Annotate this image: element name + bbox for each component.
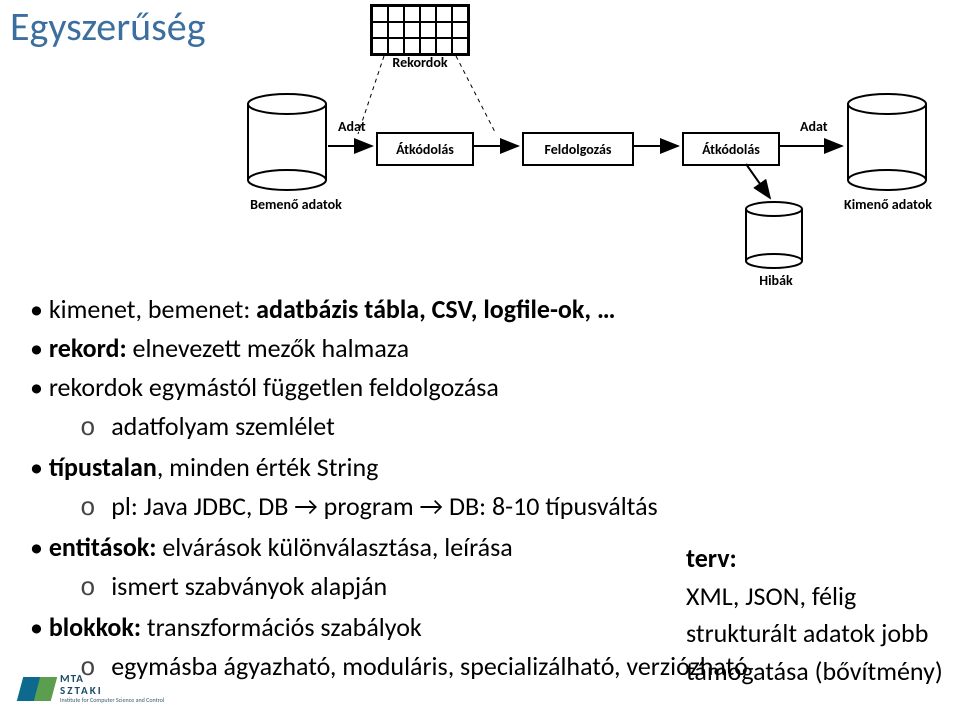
cylinder-input [246,92,328,192]
label-errors-db: Hibák [751,272,801,289]
bullet-2: rekord: elnevezett mezők halmaza [30,329,930,368]
slide-title: Egyszerűség [10,2,206,51]
label-records: Rekordok [390,54,450,71]
bullet-4: típustalan, minden érték String pl: Java… [30,448,930,528]
label-adat-left: Adat [338,118,366,135]
label-output-db: Kimenő adatok [828,196,948,213]
label-input-db: Bemenő adatok [236,196,356,213]
bullet-1: kimenet, bemenet: adatbázis tábla, CSV, … [30,290,930,329]
label-adat-right: Adat [800,118,828,135]
sidebox-plan: terv: XML, JSON, félig strukturált adato… [686,540,946,691]
stage-transcode-in: Átkódolás [376,132,474,166]
bullet-3-sub: adatfolyam szemlélet [80,407,930,448]
pipeline-diagram: Bemenő adatok Kimenő adatok Hibák Rekord… [246,4,944,274]
cylinder-errors [744,200,804,270]
cylinder-output [846,92,928,192]
mta-sztaki-logo: MTA SZTAKI Institute for Computer Scienc… [20,673,164,704]
sidebox-text: XML, JSON, félig strukturált adatok jobb… [686,578,946,691]
logo-text: MTA SZTAKI Institute for Computer Scienc… [60,673,164,704]
bullet-4-sub: pl: Java JDBC, DB → program → DB: 8-10 t… [80,487,930,528]
stage-transcode-out: Átkódolás [682,132,780,166]
sidebox-title: terv: [686,540,946,578]
stage-process: Feldolgozás [522,132,634,166]
records-grid [370,4,470,56]
logo-icon [17,677,57,701]
bullet-3: rekordok egymástól független feldolgozás… [30,368,930,448]
